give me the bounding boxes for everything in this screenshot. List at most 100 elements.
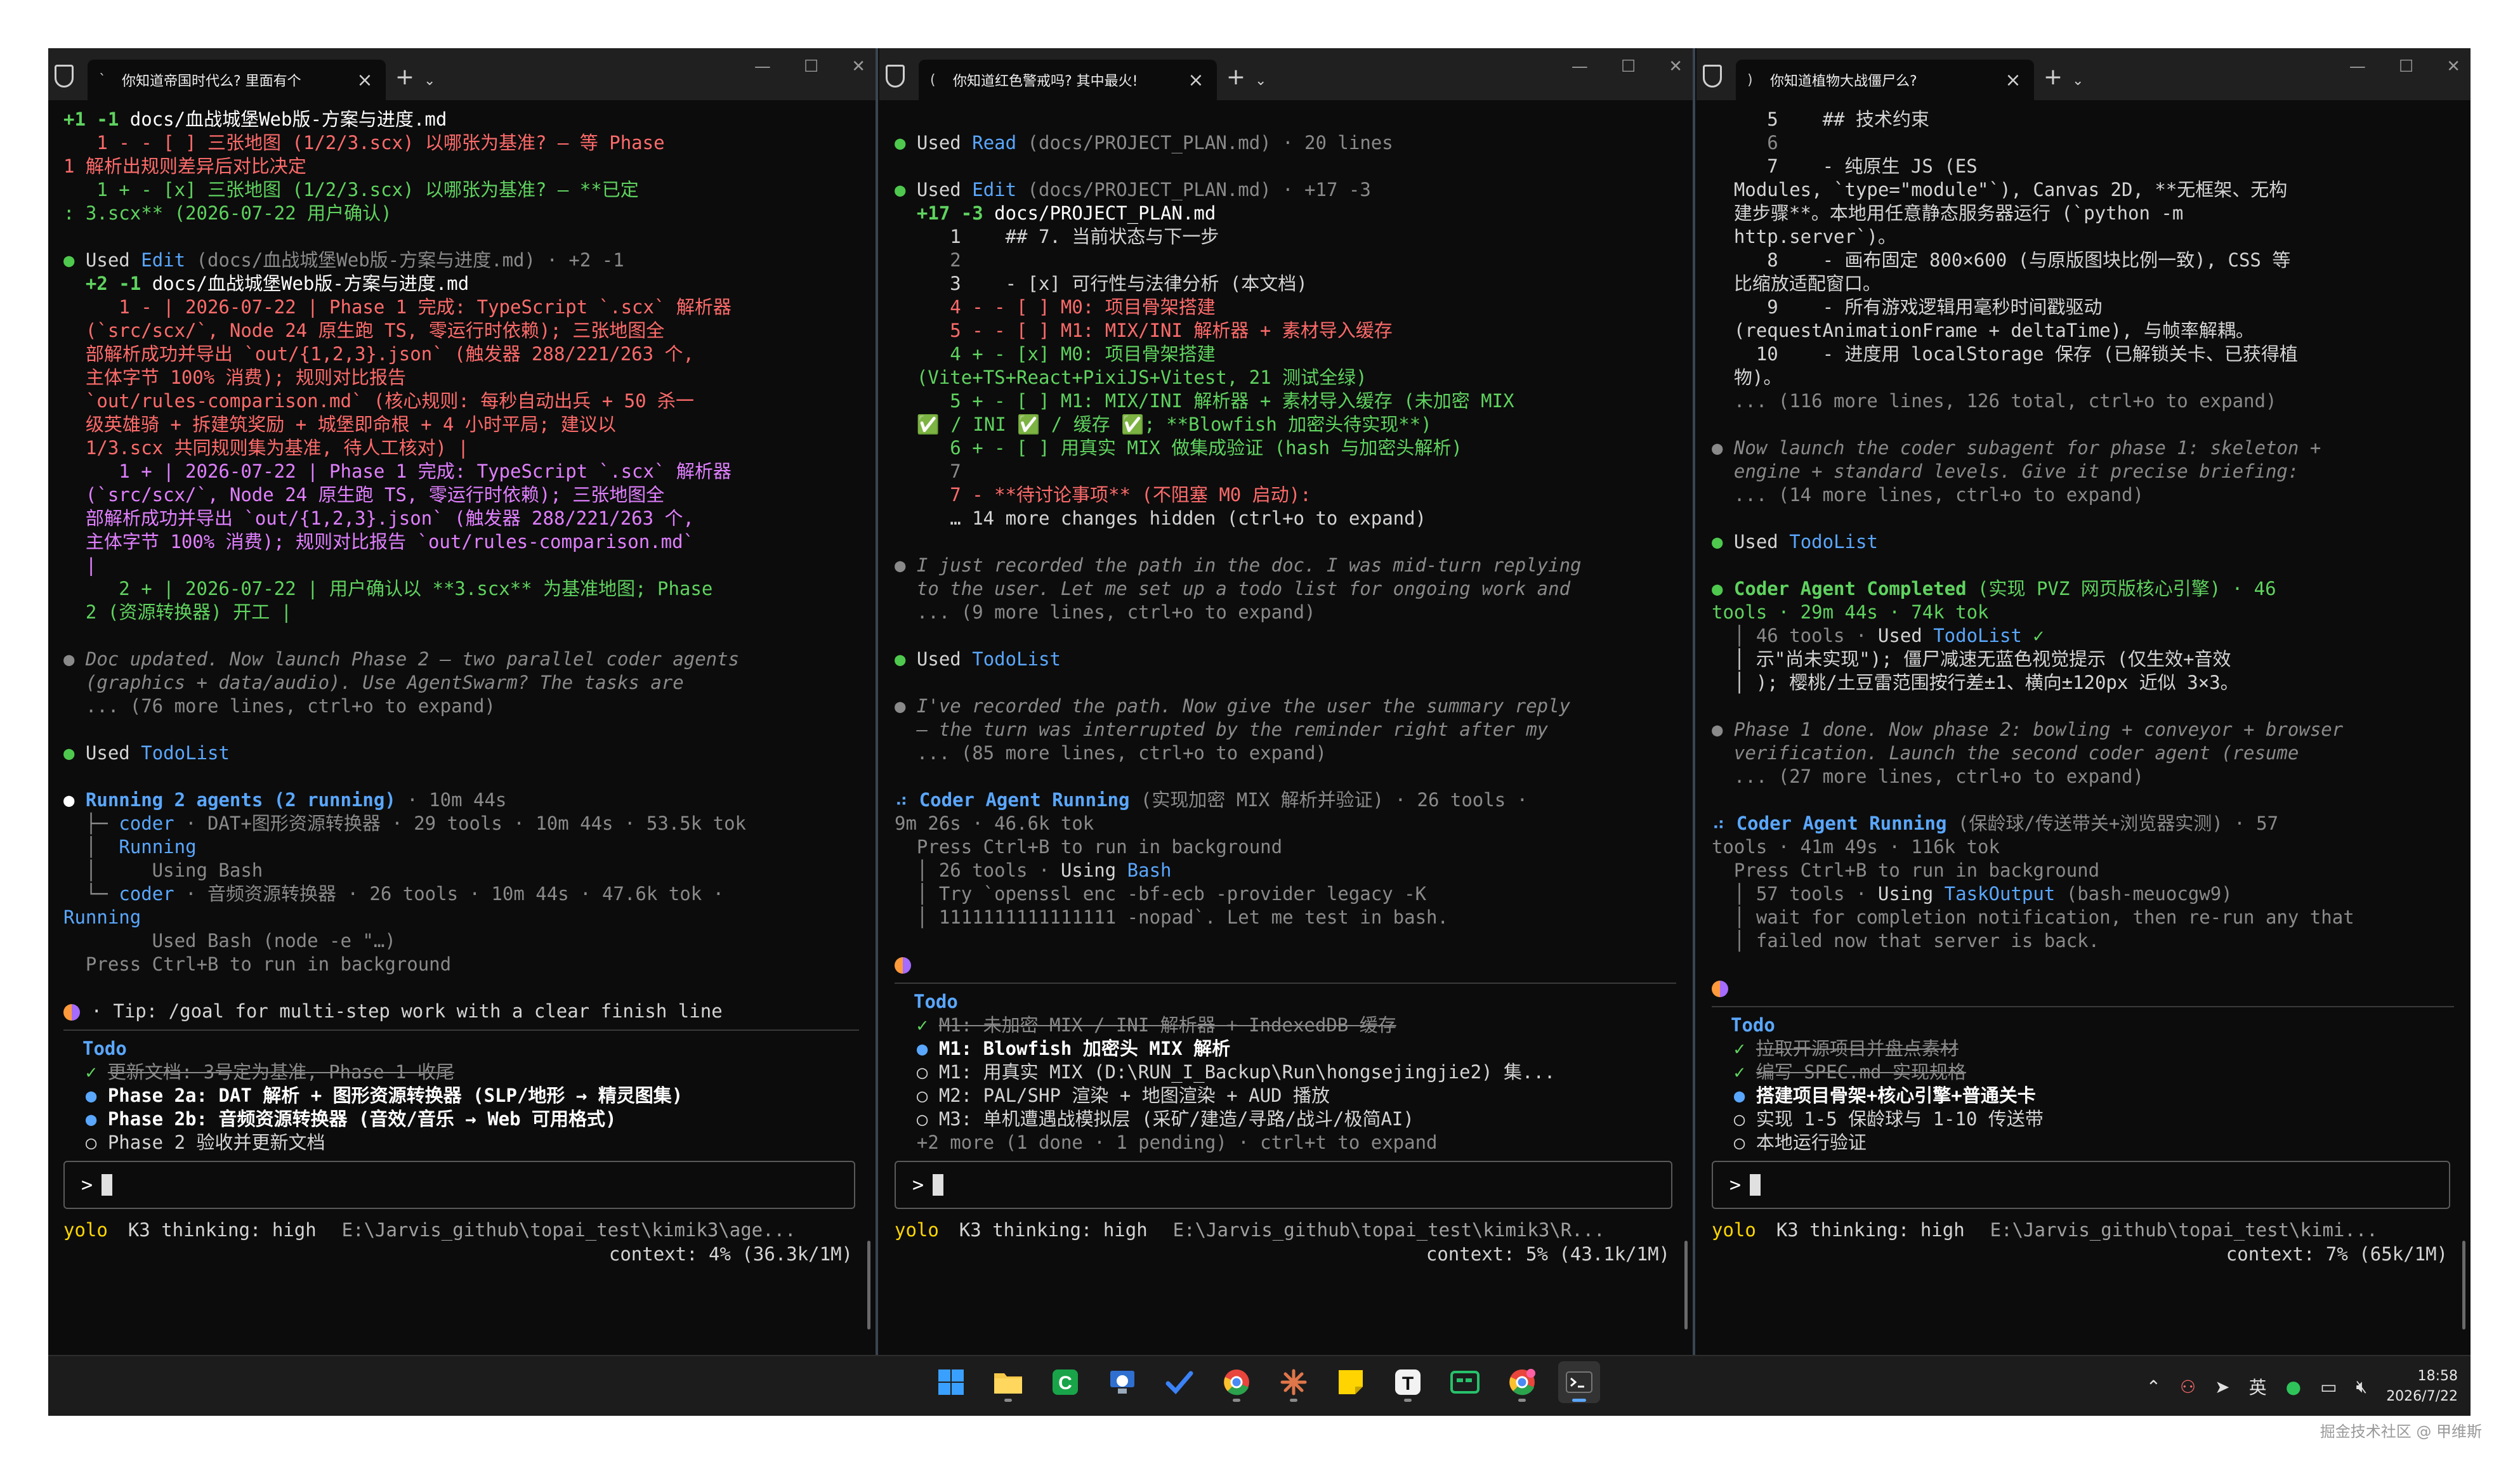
new-tab-button[interactable]: + [1217, 64, 1255, 90]
chrome-icon[interactable] [1216, 1361, 1257, 1403]
terminal-line: ... (14 more lines, ctrl+o to expand) [1712, 484, 2144, 506]
network-icon[interactable]: ▭ [2320, 1376, 2337, 1397]
context-usage: context: 5% (43.1k/1M) [1426, 1243, 1670, 1265]
shield-icon[interactable] [886, 65, 905, 88]
chevron-down-icon[interactable]: ⌄ [1255, 73, 1280, 89]
minimize-icon[interactable]: — [754, 57, 771, 76]
typora-t-icon[interactable]: T [1387, 1361, 1429, 1403]
context-usage: context: 7% (65k/1M) [2226, 1243, 2448, 1265]
yolo-mode-label: yolo [1712, 1219, 1756, 1241]
status-bar: yolo K3 thinking: high E:\Jarvis_github\… [63, 1218, 859, 1266]
terminal-line: ... (85 more lines, ctrl+o to expand) [895, 742, 1327, 764]
terminal-line: http.server`)。 [1712, 226, 1896, 247]
green-c-app-icon[interactable]: C [1044, 1361, 1086, 1403]
close-tab-icon[interactable]: × [1186, 69, 1205, 91]
todo-item: ○ Phase 2 验收并更新文档 [63, 1132, 325, 1153]
text-cursor [102, 1174, 113, 1196]
new-tab-button[interactable]: + [2034, 64, 2072, 90]
close-tab-icon[interactable]: × [355, 69, 374, 91]
prompt-input[interactable]: > [895, 1161, 1672, 1209]
ime-indicator[interactable]: 英 [2249, 1374, 2267, 1399]
terminal-tab[interactable]: ` 你知道帝国时代么? 里面有个 × [88, 60, 386, 100]
shield-icon[interactable] [1703, 65, 1722, 88]
wechat-icon[interactable]: ● [2286, 1376, 2301, 1397]
new-tab-button[interactable]: + [386, 64, 424, 90]
windows-terminal-icon[interactable] [1558, 1361, 1600, 1403]
tab-title: 你知道植物大战僵尸么? [1770, 74, 1917, 89]
terminal-output: 5 ## 技术约束 6 7 - 纯原生 JS (ES Modules, `typ… [1696, 100, 2471, 1355]
todo-item: ✓ 更新文档: 3号定为基准, Phase 1 收尾 [63, 1061, 454, 1083]
close-window-icon[interactable]: ✕ [2446, 57, 2460, 76]
todo-item: +2 more (1 done · 1 pending) · ctrl+t to… [916, 1132, 1438, 1153]
sticky-notes-icon[interactable] [1330, 1361, 1372, 1403]
close-tab-icon[interactable]: × [2004, 69, 2023, 91]
scrollbar[interactable] [1684, 1241, 1688, 1330]
todo-item: ○ M3: 单机遭遇战模拟层 (采矿/建造/寻路/战斗/极简AI) [895, 1108, 1414, 1130]
send-icon[interactable]: ➤ [2215, 1376, 2229, 1397]
terminal-line: ● I just recorded the path in the doc. I… [895, 554, 1582, 576]
volume-muted-icon[interactable]: 🔇︎ [2356, 1376, 2368, 1397]
terminal-line: 7 [895, 461, 961, 482]
chevron-down-icon[interactable]: ⌄ [2072, 73, 2097, 89]
terminal-line: ... (9 more lines, ctrl+o to expand) [895, 601, 1316, 623]
maximize-icon[interactable]: ☐ [1621, 57, 1636, 76]
terminal-window-2: ( 你知道红色警戒吗? 其中最火! × + ⌄ — ☐ ✕ ● Used Rea… [879, 48, 1695, 1355]
terminal-line: ● Used TodoList [63, 742, 230, 764]
tab-bar: ` 你知道帝国时代么? 里面有个 × + ⌄ — ☐ ✕ [48, 48, 876, 100]
terminal-line: ... (27 more lines, ctrl+o to expand) [1712, 766, 2144, 787]
file-explorer-icon[interactable] [987, 1361, 1029, 1403]
minimize-icon[interactable]: — [1572, 57, 1588, 76]
prompt-input[interactable]: > [63, 1161, 855, 1209]
terminal-line: ● Used Edit (docs/PROJECT_PLAN.md) · +17… [895, 179, 1371, 200]
window-controls: — ☐ ✕ [754, 57, 865, 76]
terminal-line: │ 1111111111111111 -nopad`. Let me test … [895, 906, 1448, 928]
prompt-input[interactable]: > [1712, 1161, 2450, 1209]
scrollbar[interactable] [2462, 1241, 2465, 1330]
chevron-down-icon[interactable]: ⌄ [424, 73, 449, 89]
chevron-up-icon[interactable]: ⌃ [2146, 1376, 2161, 1397]
working-directory: E:\Jarvis_github\topai_test\kimik3\age..… [341, 1219, 796, 1241]
working-spinner-icon [63, 1004, 80, 1021]
terminal-line: ● Now launch the coder subagent for phas… [1712, 437, 2321, 459]
terminal-line: ● I've recorded the path. Now give the u… [895, 695, 1571, 717]
minimize-icon[interactable]: — [2349, 57, 2366, 76]
terminal-line: 4 - - [ ] M0: 项目骨架搭建 [895, 296, 1216, 318]
windows-start-icon[interactable] [930, 1361, 972, 1403]
chrome-profile-icon[interactable] [1501, 1361, 1543, 1403]
terminal-line: └─ coder · 音频资源转换器 · 26 tools · 10m 44s … [63, 883, 725, 905]
terminal-tab[interactable]: ( 你知道红色警戒吗? 其中最火! × [919, 60, 1217, 100]
terminal-line: 9m 26s · 46.6k tok [895, 813, 1094, 834]
terminal-tab[interactable]: ) 你知道植物大战僵尸么? × [1736, 60, 2034, 100]
tab-bar: ( 你知道红色警戒吗? 其中最火! × + ⌄ — ☐ ✕ [879, 48, 1693, 100]
user-status-icon[interactable]: ⚇ [2180, 1376, 2196, 1397]
shield-icon[interactable] [55, 65, 74, 88]
scrollbar[interactable] [867, 1241, 870, 1330]
remote-desktop-icon[interactable] [1101, 1361, 1143, 1403]
terminal-line: ... (76 more lines, ctrl+o to expand) [63, 695, 495, 717]
tab-glyph: ` [99, 72, 106, 88]
maximize-icon[interactable]: ☐ [2399, 57, 2413, 76]
todo-check-icon[interactable] [1158, 1361, 1200, 1403]
terminal-output: ● Used Read (docs/PROJECT_PLAN.md) · 20 … [879, 100, 1693, 1355]
yolo-mode-label: yolo [63, 1219, 108, 1241]
close-window-icon[interactable]: ✕ [1669, 57, 1683, 76]
claude-sparkle-icon[interactable] [1273, 1361, 1315, 1403]
todo-title: Todo [1731, 1014, 1775, 1036]
todo-item: ✓ 编写 SPEC.md 实现规格 [1712, 1061, 1966, 1083]
terminal-line: tools · 29m 44s · 74k tok [1712, 601, 1989, 623]
terminal-line: Press Ctrl+B to run in background [895, 836, 1283, 858]
terminal-line: ● Used TodoList [895, 648, 1061, 670]
maximize-icon[interactable]: ☐ [804, 57, 818, 76]
divider [1712, 1006, 2454, 1007]
clock-time: 18:58 [2417, 1368, 2458, 1384]
terminal-dev-icon[interactable] [1444, 1361, 1486, 1403]
clock[interactable]: 18:58 2026/7/22 [2386, 1366, 2458, 1407]
terminal-line: Press Ctrl+B to run in background [1712, 859, 2100, 881]
close-window-icon[interactable]: ✕ [851, 57, 865, 76]
